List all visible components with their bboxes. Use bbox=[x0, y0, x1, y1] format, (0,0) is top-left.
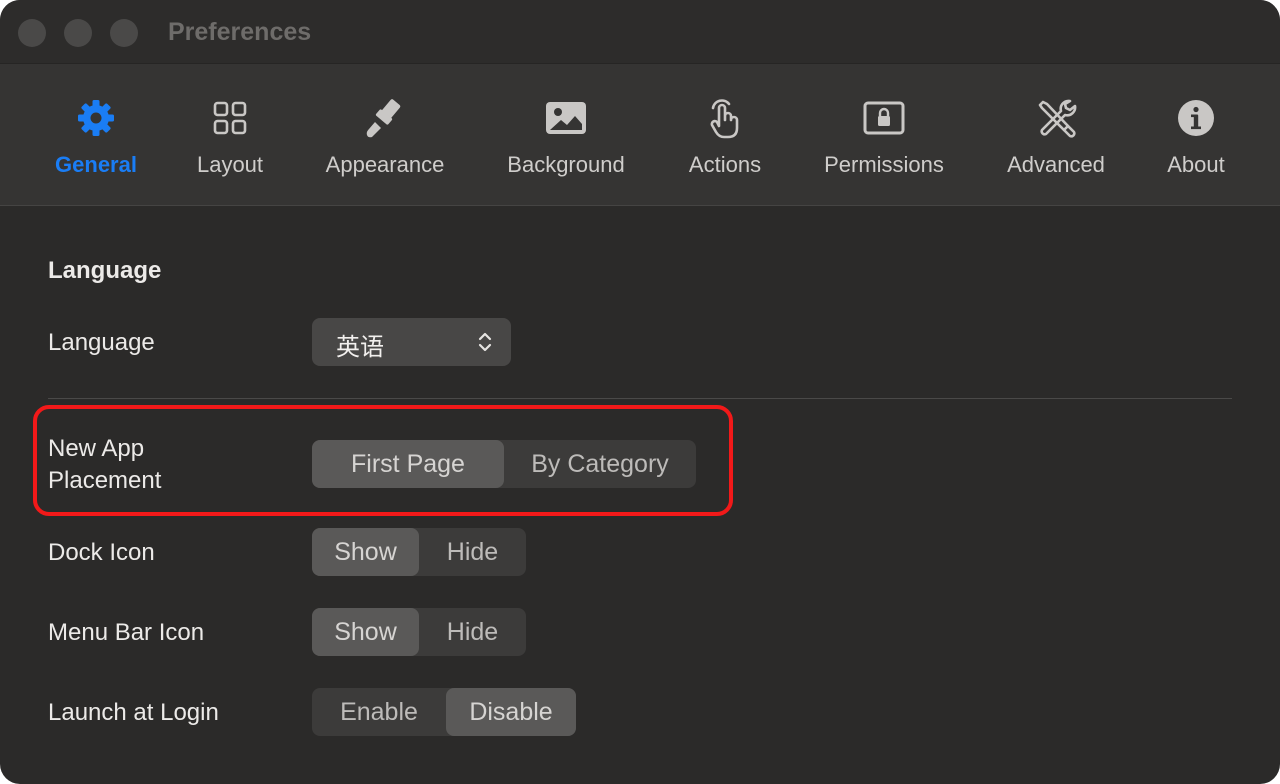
tab-appearance[interactable]: Appearance bbox=[322, 64, 448, 206]
tab-layout[interactable]: Layout bbox=[194, 64, 266, 206]
enable-option[interactable]: Enable bbox=[312, 688, 446, 736]
tab-general[interactable]: General bbox=[54, 64, 138, 206]
section-divider bbox=[48, 398, 1232, 399]
tab-advanced[interactable]: Advanced bbox=[1004, 64, 1108, 206]
launch-at-login-segmented: Enable Disable bbox=[312, 688, 576, 736]
dock-icon-label: Dock Icon bbox=[48, 539, 155, 566]
tab-label: Permissions bbox=[824, 152, 944, 177]
tab-label: Layout bbox=[196, 152, 264, 177]
tab-background[interactable]: Background bbox=[504, 64, 628, 206]
dock-hide-option[interactable]: Hide bbox=[419, 528, 526, 576]
tab-label: Appearance bbox=[325, 152, 445, 177]
dock-icon-segmented: Show Hide bbox=[312, 528, 526, 576]
launch-at-login-label: Launch at Login bbox=[48, 699, 219, 726]
title-bar: Preferences bbox=[0, 0, 1280, 64]
new-app-placement-segmented: First Page By Category bbox=[312, 440, 696, 488]
general-pane: Language Language 英语 New App Placement F… bbox=[0, 207, 1280, 784]
photo-icon bbox=[544, 96, 588, 140]
hand-tap-icon bbox=[703, 96, 747, 140]
minimize-window-button[interactable] bbox=[64, 19, 92, 47]
preferences-toolbar: General Layout Appearance Background Act… bbox=[0, 64, 1280, 206]
tab-label: Background bbox=[507, 152, 625, 177]
preferences-window: Preferences General Layout Appearance Ba… bbox=[0, 0, 1280, 784]
up-down-chevron-icon bbox=[477, 330, 493, 359]
grid-icon bbox=[208, 96, 252, 140]
tab-label: General bbox=[55, 152, 137, 177]
menu-bar-hide-option[interactable]: Hide bbox=[419, 608, 526, 656]
language-value: 英语 bbox=[336, 334, 384, 361]
language-popup[interactable]: 英语 bbox=[312, 318, 511, 366]
menu-bar-show-option[interactable]: Show bbox=[312, 608, 419, 656]
tab-actions[interactable]: Actions bbox=[686, 64, 764, 206]
paintbrush-icon bbox=[363, 96, 407, 140]
language-label: Language bbox=[48, 329, 155, 356]
first-page-option[interactable]: First Page bbox=[312, 440, 504, 488]
disable-option[interactable]: Disable bbox=[446, 688, 576, 736]
window-title: Preferences bbox=[168, 18, 312, 46]
menu-bar-icon-label: Menu Bar Icon bbox=[48, 619, 205, 646]
tab-label: Actions bbox=[688, 152, 762, 177]
tab-about[interactable]: About bbox=[1164, 64, 1228, 206]
zoom-window-button[interactable] bbox=[110, 19, 138, 47]
tools-icon bbox=[1034, 96, 1078, 140]
info-icon bbox=[1174, 96, 1218, 140]
new-app-placement-label: New App Placement bbox=[48, 435, 162, 494]
section-title: Language bbox=[48, 257, 162, 284]
menu-bar-icon-segmented: Show Hide bbox=[312, 608, 526, 656]
tab-label: Advanced bbox=[1007, 152, 1105, 177]
dock-show-option[interactable]: Show bbox=[312, 528, 419, 576]
tab-permissions[interactable]: Permissions bbox=[821, 64, 947, 206]
by-category-option[interactable]: By Category bbox=[504, 440, 696, 488]
lock-display-icon bbox=[862, 96, 906, 140]
tab-label: About bbox=[1167, 152, 1225, 177]
gear-icon bbox=[74, 96, 118, 140]
close-window-button[interactable] bbox=[18, 19, 46, 47]
